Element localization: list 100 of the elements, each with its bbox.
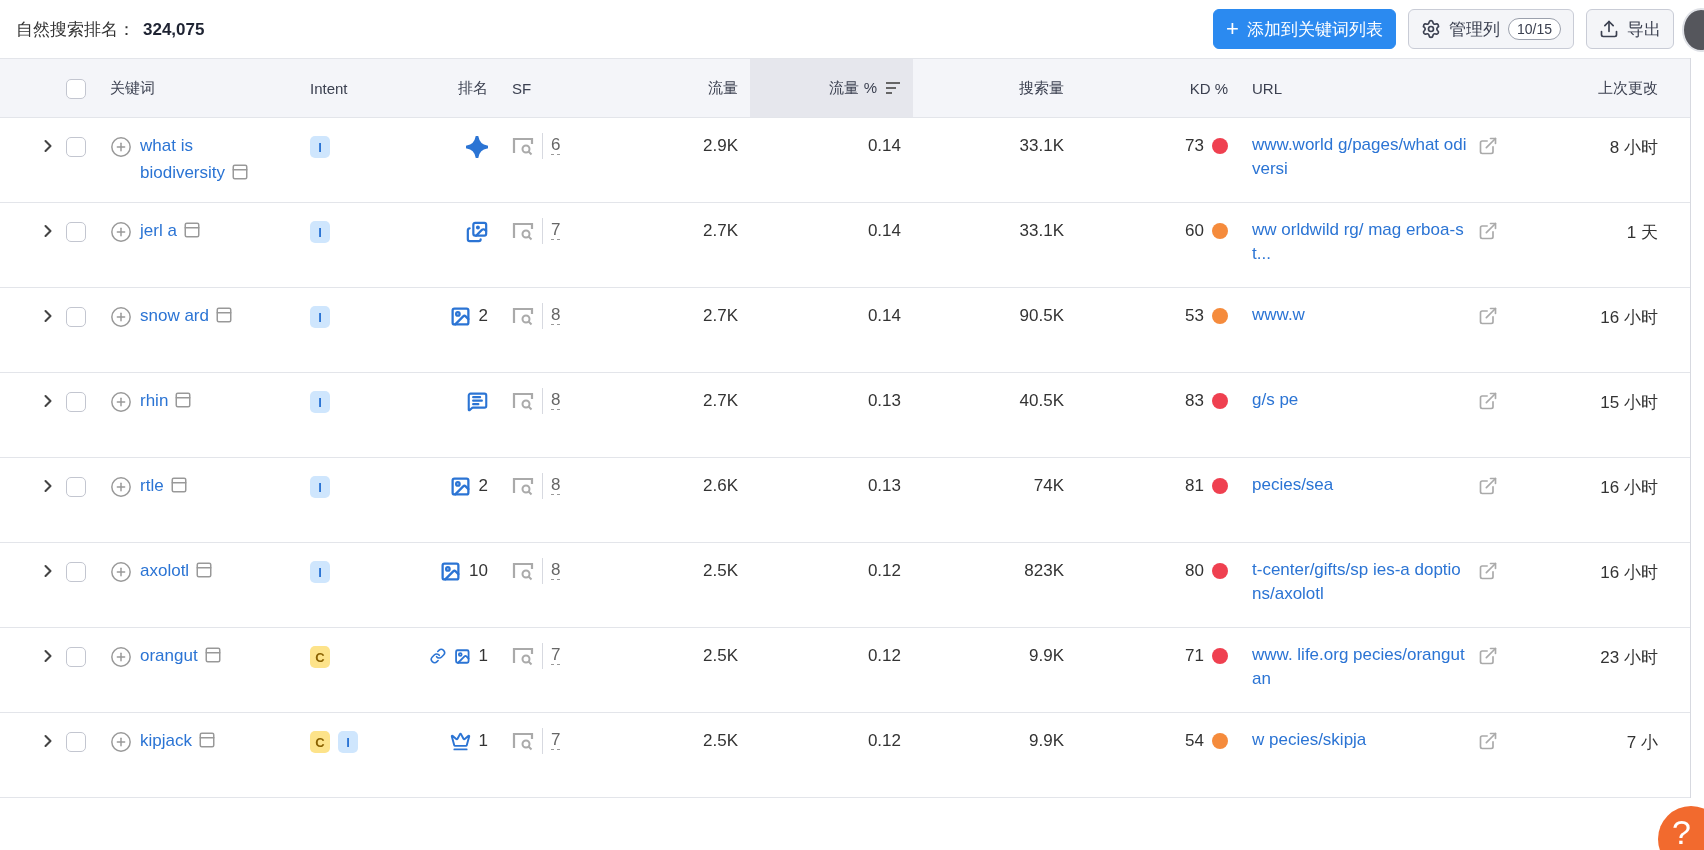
external-link-icon[interactable]: [1478, 561, 1498, 581]
keyword-link[interactable]: rtle: [140, 472, 188, 499]
last-updated: 16 小时: [1600, 562, 1658, 584]
serp-preview-icon[interactable]: [215, 306, 233, 324]
keyword-link[interactable]: rhin: [140, 387, 193, 414]
add-icon[interactable]: [110, 391, 132, 413]
serp-feature-count[interactable]: 8: [551, 476, 561, 495]
serp-icon[interactable]: [512, 646, 534, 666]
row-checkbox[interactable]: [66, 392, 86, 412]
serp-icon[interactable]: [512, 221, 534, 241]
export-button[interactable]: 导出: [1586, 9, 1674, 49]
kd-value: 71: [1185, 646, 1204, 666]
serp-feature-count[interactable]: 8: [551, 561, 561, 580]
column-header[interactable]: 关键词: [110, 78, 155, 98]
serp-feature-count[interactable]: 8: [551, 306, 561, 325]
intent-badge: I: [310, 476, 330, 498]
serp-icon[interactable]: [512, 306, 534, 326]
image-icon: [449, 306, 471, 327]
settings-icon: [1420, 19, 1441, 39]
row-checkbox[interactable]: [66, 307, 86, 327]
serp-feature-count[interactable]: 7: [551, 646, 561, 665]
url-link[interactable]: www.w: [1252, 303, 1470, 327]
serp-feature-count[interactable]: 7: [551, 221, 561, 240]
serp-icon[interactable]: [512, 561, 534, 581]
external-link-icon[interactable]: [1478, 221, 1498, 241]
serp-preview-icon[interactable]: [195, 561, 214, 579]
url-link[interactable]: www. life.org pecies/orangutan: [1252, 643, 1470, 691]
keyword-link[interactable]: kipjack: [140, 727, 216, 754]
traffic-value: 2.7K: [703, 221, 738, 241]
column-header[interactable]: Intent: [310, 79, 348, 97]
serp-icon[interactable]: [512, 136, 534, 156]
keyword-link[interactable]: snow ard: [140, 302, 233, 329]
url-link[interactable]: ww orldwild rg/ mag erboa-st...: [1252, 218, 1470, 266]
row-checkbox[interactable]: [66, 477, 86, 497]
external-link-icon[interactable]: [1478, 391, 1498, 411]
image-icon: [440, 561, 462, 582]
rank-value: 2: [478, 476, 488, 496]
external-link-icon[interactable]: [1478, 646, 1498, 666]
column-header[interactable]: 搜索量: [1019, 78, 1064, 98]
row-checkbox[interactable]: [66, 137, 86, 157]
traffic-value: 2.5K: [703, 561, 738, 581]
serp-preview-icon[interactable]: [231, 163, 250, 181]
serp-preview-icon[interactable]: [203, 646, 222, 664]
serp-preview-icon[interactable]: [169, 476, 188, 494]
keyword-link[interactable]: what is biodiversity: [140, 132, 270, 186]
search-volume: 74K: [1033, 476, 1064, 496]
traffic-value: 2.5K: [703, 646, 738, 666]
last-updated: 7 小: [1626, 732, 1658, 754]
last-updated: 1 天: [1626, 222, 1658, 244]
url-link[interactable]: pecies/sea: [1252, 473, 1470, 497]
row-checkbox[interactable]: [66, 732, 86, 752]
row-checkbox[interactable]: [66, 222, 86, 242]
last-updated: 15 小时: [1600, 392, 1658, 414]
url-link[interactable]: w pecies/skipja: [1252, 728, 1470, 752]
add-icon[interactable]: [110, 306, 132, 328]
serp-feature-count[interactable]: 6: [551, 136, 561, 155]
column-header[interactable]: 上次更改: [1598, 78, 1658, 98]
traffic-percent: 0.14: [867, 221, 901, 241]
url-link[interactable]: t-center/gifts/sp ies-a doptions/axolotl: [1252, 558, 1470, 606]
serp-icon[interactable]: [512, 391, 534, 411]
rank-value: 1: [478, 646, 488, 666]
external-link-icon[interactable]: [1478, 136, 1498, 156]
keyword-link[interactable]: jerl a: [140, 217, 201, 244]
keyword-link[interactable]: axolotl: [140, 557, 214, 584]
keyword-link[interactable]: orangut: [140, 642, 222, 669]
external-link-icon[interactable]: [1478, 731, 1498, 751]
last-updated: 16 小时: [1600, 307, 1658, 329]
add-icon[interactable]: [110, 221, 132, 243]
serp-feature-count[interactable]: 8: [551, 391, 561, 410]
column-header[interactable]: 流量 %: [829, 78, 877, 98]
serp-icon[interactable]: [512, 731, 534, 751]
serp-preview-icon[interactable]: [174, 391, 193, 409]
serp-feature-count[interactable]: 7: [551, 731, 561, 750]
intent-badge: I: [310, 221, 330, 243]
manage-columns-button[interactable]: 管理列 10/15: [1407, 9, 1574, 49]
column-header[interactable]: 排名: [458, 78, 488, 98]
serp-preview-icon[interactable]: [197, 731, 216, 749]
add-icon[interactable]: [110, 561, 132, 583]
add-icon[interactable]: [110, 476, 132, 498]
row-checkbox[interactable]: [66, 562, 86, 582]
column-header[interactable]: 流量: [708, 78, 738, 98]
add-to-keyword-list-button[interactable]: + 添加到关键词列表: [1213, 9, 1396, 49]
add-icon[interactable]: [110, 136, 132, 158]
add-icon[interactable]: [110, 731, 132, 753]
traffic-value: 2.7K: [703, 391, 738, 411]
column-header[interactable]: URL: [1252, 79, 1282, 97]
last-updated: 8 小时: [1609, 137, 1658, 159]
serp-icon[interactable]: [512, 476, 534, 496]
add-icon[interactable]: [110, 646, 132, 668]
url-link[interactable]: g/s pe: [1252, 388, 1470, 412]
select-all-checkbox[interactable]: [66, 78, 86, 99]
row-checkbox[interactable]: [66, 647, 86, 667]
column-header[interactable]: SF: [512, 79, 532, 97]
help-button[interactable]: ?: [1658, 806, 1704, 850]
external-link-icon[interactable]: [1478, 476, 1498, 496]
url-link[interactable]: www.world g/pages/what odiversi: [1252, 133, 1470, 181]
serp-preview-icon[interactable]: [182, 221, 201, 239]
kd-value: 54: [1185, 731, 1204, 751]
external-link-icon[interactable]: [1478, 306, 1498, 326]
column-header[interactable]: KD %: [1189, 79, 1228, 97]
